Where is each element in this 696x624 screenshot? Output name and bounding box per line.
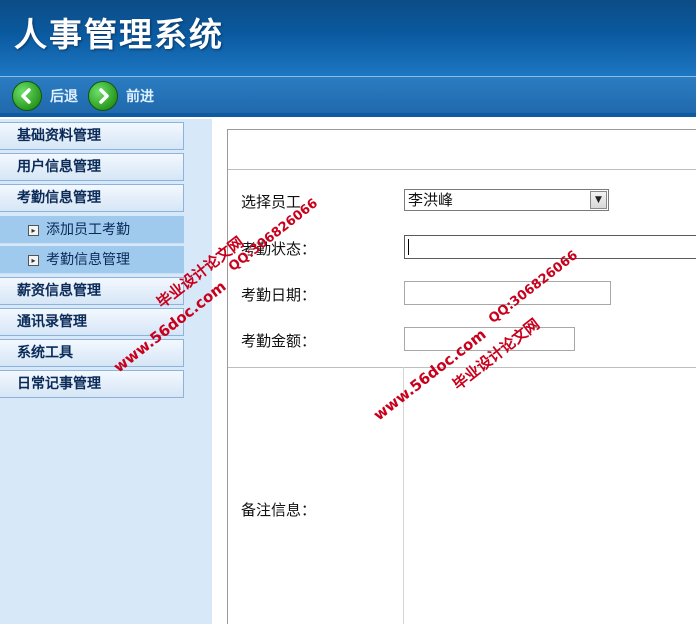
forward-label: 前进 bbox=[126, 89, 154, 105]
sidebar-item-attendance[interactable]: 考勤信息管理 bbox=[0, 184, 184, 212]
status-input[interactable] bbox=[404, 235, 696, 259]
employee-select-value: 李洪峰 bbox=[408, 191, 454, 209]
form-divider bbox=[228, 129, 696, 130]
chevron-down-icon[interactable]: ▼ bbox=[590, 191, 607, 209]
back-label: 后退 bbox=[50, 89, 78, 105]
sidebar-subitem-attendance-manage[interactable]: ▸ 考勤信息管理 bbox=[0, 246, 184, 274]
employee-select[interactable]: 李洪峰 ▼ bbox=[404, 189, 609, 211]
date-label: 考勤日期： bbox=[241, 286, 317, 304]
notes-label: 备注信息： bbox=[241, 501, 317, 519]
app-header: 人事管理系统 bbox=[0, 0, 696, 76]
back-button[interactable]: 后退 bbox=[12, 81, 78, 111]
subitem-label: 考勤信息管理 bbox=[46, 252, 130, 268]
employee-label: 选择员工 bbox=[241, 193, 302, 211]
bullet-icon: ▸ bbox=[28, 225, 39, 236]
forward-button[interactable]: 前进 bbox=[88, 81, 154, 111]
back-arrow-icon bbox=[12, 81, 42, 111]
app-title: 人事管理系统 bbox=[14, 15, 224, 54]
sidebar: 基础资料管理 用户信息管理 考勤信息管理 ▸ 添加员工考勤 ▸ 考勤信息管理 薪资信… bbox=[0, 119, 212, 624]
nav-divider bbox=[0, 113, 696, 117]
subitem-label: 添加员工考勤 bbox=[46, 222, 130, 238]
bullet-icon: ▸ bbox=[28, 255, 39, 266]
sidebar-subitem-add-attendance[interactable]: ▸ 添加员工考勤 bbox=[0, 216, 184, 244]
sidebar-item-basic-data[interactable]: 基础资料管理 bbox=[0, 122, 184, 150]
sidebar-item-daily-notes[interactable]: 日常记事管理 bbox=[0, 370, 184, 398]
amount-label: 考勤金额： bbox=[241, 332, 317, 350]
notes-textarea[interactable] bbox=[404, 368, 696, 623]
text-caret bbox=[408, 239, 409, 255]
forward-arrow-icon bbox=[88, 81, 118, 111]
nav-toolbar: 后退 前进 bbox=[0, 76, 696, 117]
form-divider bbox=[228, 169, 696, 170]
sidebar-item-user-info[interactable]: 用户信息管理 bbox=[0, 153, 184, 181]
